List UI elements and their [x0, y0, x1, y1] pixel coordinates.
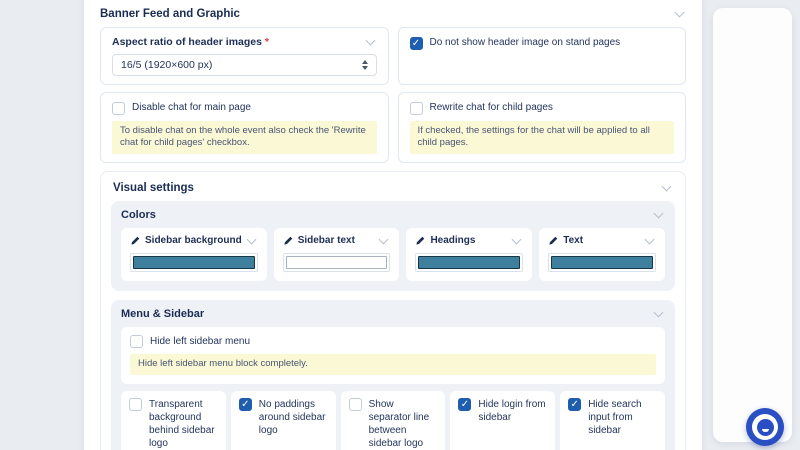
- color-card-label: Text: [563, 235, 583, 246]
- aspect-ratio-select[interactable]: 16/5 (1920×600 px): [112, 54, 377, 76]
- color-card-sidebar-text: Sidebar text: [274, 228, 400, 281]
- checkbox-label: Hide left sidebar menu: [150, 335, 250, 348]
- chat-bubble-icon: [757, 419, 774, 436]
- colors-title: Colors: [121, 209, 156, 221]
- chevron-down-icon[interactable]: [674, 8, 686, 20]
- chevron-down-icon[interactable]: [653, 209, 665, 221]
- checkbox-label: Hide login from sidebar: [478, 398, 547, 424]
- menu-sidebar-title: Menu & Sidebar: [121, 308, 204, 320]
- option-card: Show separator line between sidebar logo…: [341, 391, 446, 450]
- color-card-headings: Headings: [406, 228, 532, 281]
- color-swatch[interactable]: [551, 256, 653, 269]
- checkbox-label: Do not show header image on stand pages: [430, 36, 621, 49]
- disable-chat-checkbox[interactable]: [112, 102, 125, 115]
- color-swatch[interactable]: [286, 256, 388, 269]
- select-arrows-icon: [362, 60, 368, 70]
- color-card-text: Text: [539, 228, 665, 281]
- option-card: Hide search input from sidebar: [560, 391, 665, 450]
- swatch-frame: [283, 253, 391, 272]
- color-row: Sidebar background Sidebar text: [121, 228, 665, 281]
- pen-icon: [283, 236, 293, 246]
- required-asterisk: *: [265, 36, 269, 48]
- visual-settings-header: Visual settings: [111, 180, 675, 194]
- hint-text: To disable chat on the whole event also …: [112, 121, 377, 154]
- option-card: No paddings around sidebar logo: [231, 391, 336, 450]
- chevron-down-icon[interactable]: [511, 235, 523, 247]
- aspect-ratio-box: Aspect ratio of header images * 16/5 (19…: [100, 27, 389, 85]
- checkbox-label: Show separator line between sidebar logo…: [369, 398, 438, 450]
- chat-ring: [752, 414, 778, 440]
- chevron-down-icon[interactable]: [644, 235, 656, 247]
- color-card-label: Sidebar text: [298, 235, 355, 246]
- hide-login-checkbox[interactable]: [458, 398, 471, 411]
- colors-panel: Colors Sidebar background: [111, 201, 675, 291]
- checkbox-label: Rewrite chat for child pages: [430, 101, 553, 114]
- chevron-down-icon[interactable]: [661, 182, 673, 194]
- hint-text: If checked, the settings for the chat wi…: [410, 121, 675, 154]
- chevron-down-icon[interactable]: [653, 308, 665, 320]
- banner-grid: Aspect ratio of header images * 16/5 (19…: [100, 27, 686, 163]
- swatch-frame: [130, 253, 258, 272]
- color-swatch[interactable]: [133, 256, 255, 269]
- no-logo-paddings-checkbox[interactable]: [239, 398, 252, 411]
- checkbox-label: No paddings around sidebar logo: [259, 398, 328, 437]
- hide-left-sidebar-card: Hide left sidebar menu Hide left sidebar…: [121, 327, 665, 384]
- rewrite-chat-checkbox[interactable]: [410, 102, 423, 115]
- chat-launcher-button[interactable]: [746, 408, 784, 446]
- hide-search-checkbox[interactable]: [568, 398, 581, 411]
- visual-settings-card: Visual settings Colors Sidebar backgroun…: [100, 171, 686, 450]
- hint-text: Hide left sidebar menu block completely.: [130, 354, 656, 375]
- checkbox-label: Hide search input from sidebar: [588, 398, 657, 437]
- pen-icon: [548, 236, 558, 246]
- separator-line-checkbox[interactable]: [349, 398, 362, 411]
- disable-chat-box: Disable chat for main page To disable ch…: [100, 92, 389, 163]
- color-swatch[interactable]: [418, 256, 520, 269]
- color-card-label: Sidebar background: [145, 235, 242, 246]
- transparent-logo-bg-checkbox[interactable]: [129, 398, 142, 411]
- checkbox-label: Disable chat for main page: [132, 101, 251, 114]
- chevron-down-icon[interactable]: [378, 235, 390, 247]
- option-card: Hide login from sidebar: [450, 391, 555, 450]
- color-card-label: Headings: [430, 235, 475, 246]
- banner-section-title: Banner Feed and Graphic: [100, 8, 240, 20]
- visual-settings-title: Visual settings: [113, 182, 194, 194]
- stand-header-box: Do not show header image on stand pages: [398, 27, 687, 85]
- pen-icon: [130, 236, 140, 246]
- option-card: Transparent background behind sidebar lo…: [121, 391, 226, 450]
- settings-page-card: Banner Feed and Graphic Aspect ratio of …: [84, 0, 702, 450]
- secondary-panel: [713, 8, 792, 442]
- banner-section-header: Banner Feed and Graphic: [100, 8, 686, 20]
- swatch-frame: [415, 253, 523, 272]
- color-card-sidebar-background: Sidebar background: [121, 228, 267, 281]
- hide-left-sidebar-checkbox[interactable]: [130, 335, 143, 348]
- select-value: 16/5 (1920×600 px): [121, 59, 212, 71]
- menu-sidebar-panel: Menu & Sidebar Hide left sidebar menu Hi…: [111, 300, 675, 450]
- chevron-down-icon[interactable]: [365, 36, 377, 48]
- checkbox-label: Transparent background behind sidebar lo…: [149, 398, 218, 450]
- aspect-ratio-label: Aspect ratio of header images *: [112, 36, 269, 48]
- rewrite-chat-box: Rewrite chat for child pages If checked,…: [398, 92, 687, 163]
- chevron-down-icon[interactable]: [246, 235, 258, 247]
- swatch-frame: [548, 253, 656, 272]
- pen-icon: [415, 236, 425, 246]
- sidebar-options-row: Transparent background behind sidebar lo…: [121, 391, 665, 450]
- no-header-stand-checkbox[interactable]: [410, 37, 423, 50]
